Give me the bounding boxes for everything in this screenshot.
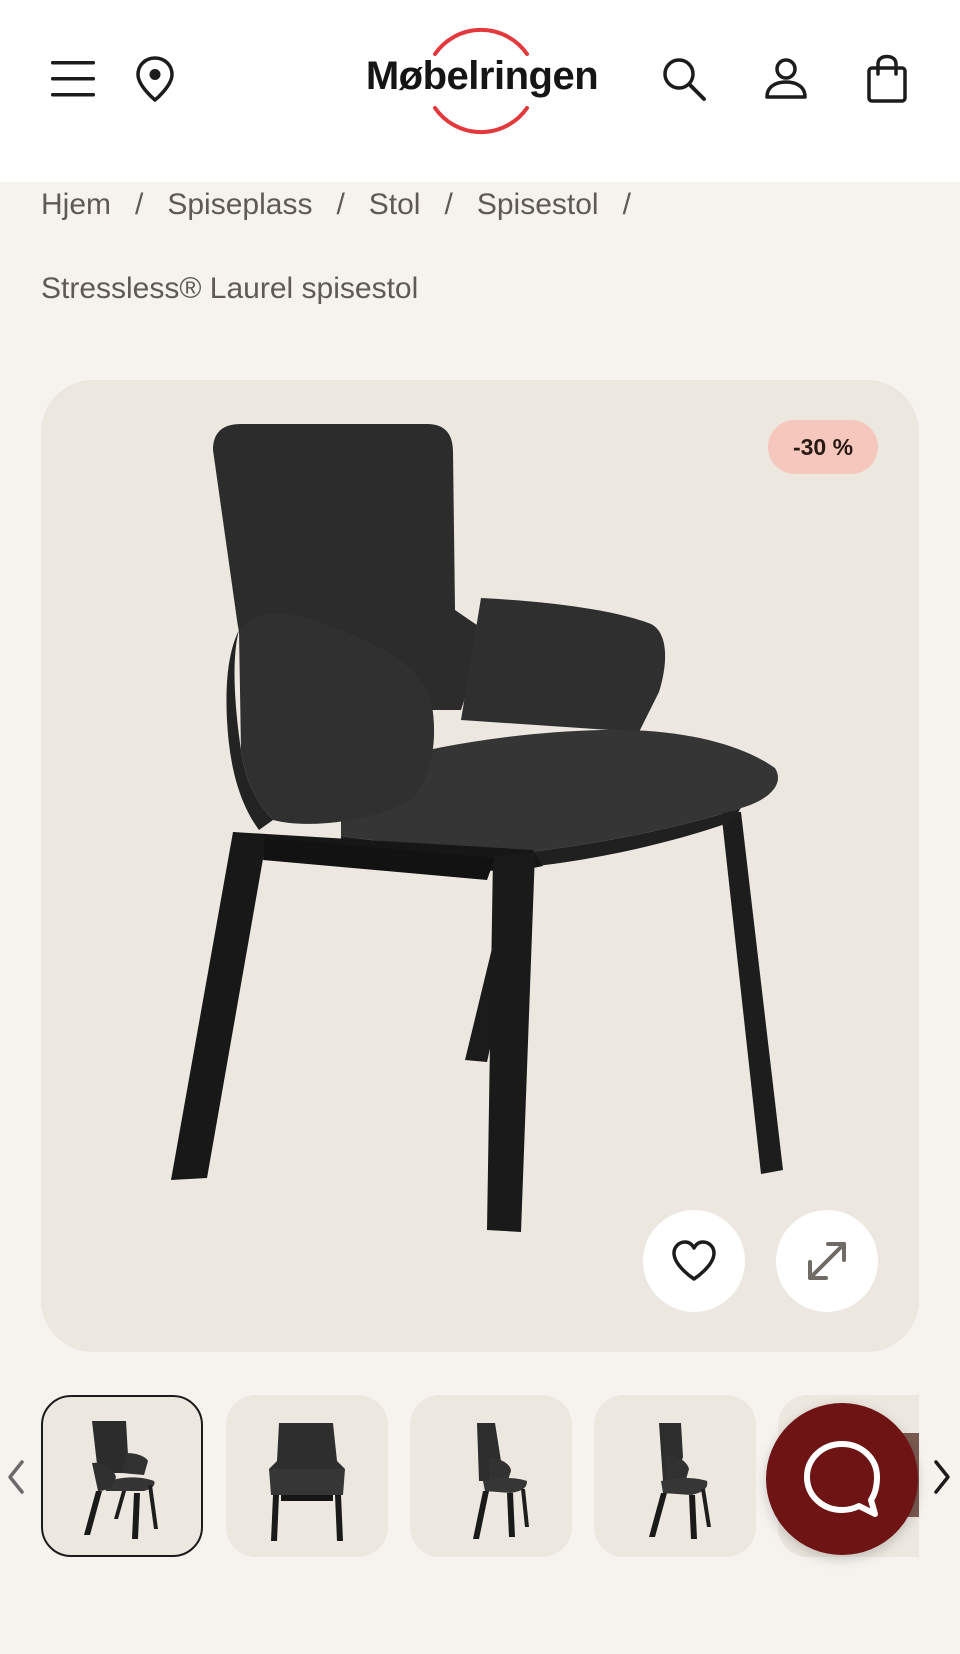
breadcrumb-separator: / <box>336 188 345 221</box>
location-pin-icon <box>136 56 174 102</box>
thumbnail-3[interactable] <box>410 1395 572 1557</box>
site-logo[interactable]: Møbelringen <box>352 20 612 142</box>
search-icon <box>663 58 706 101</box>
thumbnail-next-button[interactable] <box>928 1452 956 1502</box>
fullscreen-button[interactable] <box>776 1210 878 1312</box>
add-to-favorites-button[interactable] <box>643 1210 745 1312</box>
chair-thumbnail-image <box>649 1423 711 1539</box>
chevron-left-icon <box>8 1460 24 1494</box>
menu-button[interactable] <box>44 50 102 108</box>
expand-icon <box>808 1242 846 1280</box>
breadcrumb-link-home[interactable]: Hjem <box>41 188 111 222</box>
breadcrumb-current: Stressless® Laurel spisestol <box>41 272 419 305</box>
shopping-bag-icon <box>867 54 907 103</box>
chat-button[interactable] <box>766 1403 918 1555</box>
account-button[interactable] <box>757 50 815 108</box>
breadcrumb: Hjem / Spiseplass / Stol / Spisestol / <box>41 188 655 222</box>
menu-icon <box>51 61 95 97</box>
heart-icon <box>672 1240 716 1281</box>
breadcrumb-link-chair[interactable]: Stol <box>369 188 421 222</box>
breadcrumb-link-dining[interactable]: Spiseplass <box>167 188 312 222</box>
logo-text: Møbelringen <box>365 54 599 98</box>
breadcrumb-separator: / <box>622 188 631 221</box>
thumbnail-2[interactable] <box>226 1395 388 1557</box>
product-image-gallery[interactable]: -30 % <box>41 380 919 1352</box>
search-button[interactable] <box>655 50 713 108</box>
discount-badge: -30 % <box>768 420 878 474</box>
breadcrumb-separator: / <box>135 188 144 221</box>
thumbnail-1[interactable] <box>41 1395 203 1557</box>
chevron-right-icon <box>934 1460 950 1494</box>
product-image <box>171 424 783 1232</box>
chair-thumbnail-image <box>269 1423 345 1541</box>
site-header: Møbelringen <box>0 0 960 182</box>
thumbnail-prev-button[interactable] <box>2 1452 30 1502</box>
chair-thumbnail-image <box>84 1421 158 1539</box>
store-locator-button[interactable] <box>126 50 184 108</box>
breadcrumb-link-dining-chair[interactable]: Spisestol <box>477 188 599 222</box>
thumbnail-4[interactable] <box>594 1395 756 1557</box>
chair-thumbnail-image <box>473 1423 529 1539</box>
chat-bubble-icon <box>804 1441 880 1517</box>
breadcrumb-separator: / <box>444 188 453 221</box>
user-icon <box>765 58 807 99</box>
cart-button[interactable] <box>858 50 916 108</box>
